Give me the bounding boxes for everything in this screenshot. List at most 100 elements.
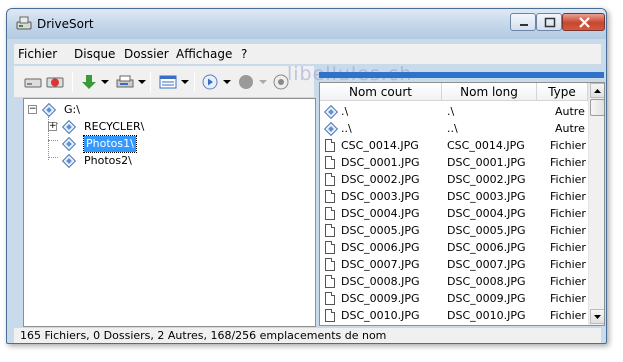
cell-short-name: DSC_0005.JPG	[341, 224, 420, 237]
list-item[interactable]: DSC_0008.JPG DSC_0008.JPG Fichier	[320, 273, 588, 290]
cell-short-name: DSC_0003.JPG	[341, 190, 420, 203]
cell-long-name: DSC_0003.JPG	[447, 190, 526, 203]
cell-type: Fichier	[550, 241, 586, 254]
list-item[interactable]: DSC_0004.JPG DSC_0004.JPG Fichier	[320, 205, 588, 222]
list-item[interactable]: ..\ ..\ Autre	[320, 120, 588, 137]
list-item[interactable]: DSC_0007.JPG DSC_0007.JPG Fichier	[320, 256, 588, 273]
file-icon	[325, 190, 335, 203]
folder-tree[interactable]: − G:\ + RECYCLER\ Photos1\ Photos2\	[23, 98, 316, 327]
list-item[interactable]: DSC_0001.JPG DSC_0001.JPG Fichier	[320, 154, 588, 171]
menu-dossier[interactable]: Dossier	[124, 47, 169, 61]
file-list[interactable]: Nom court Nom long Type .\ .\ Autre ..\ …	[319, 82, 605, 326]
expand-icon[interactable]: +	[48, 122, 57, 131]
cell-short-name: .\	[341, 105, 349, 118]
cell-type: Fichier	[550, 173, 586, 186]
cell-long-name: DSC_0005.JPG	[447, 224, 526, 237]
scroll-up-button[interactable]	[590, 83, 604, 98]
file-icon	[325, 258, 335, 271]
cell-long-name: .\	[447, 105, 455, 118]
menu-fichier[interactable]: Fichier	[18, 47, 57, 61]
scroll-thumb[interactable]	[590, 99, 604, 116]
disk-icon[interactable]	[24, 74, 42, 90]
list-item[interactable]: CSC_0014.JPG CSC_0014.JPG Fichier	[320, 137, 588, 154]
status-bar: 165 Fichiers, 0 Dossiers, 2 Autres, 168/…	[14, 327, 601, 343]
cell-long-name: DSC_0002.JPG	[447, 173, 526, 186]
cell-type: Fichier	[550, 258, 586, 271]
app-icon	[16, 16, 32, 30]
cell-short-name: DSC_0008.JPG	[341, 275, 420, 288]
cell-short-name: DSC_0006.JPG	[341, 241, 420, 254]
cell-short-name: ..\	[341, 122, 352, 135]
tree-node-label: Photos1\	[83, 135, 137, 153]
play-icon[interactable]	[201, 74, 219, 90]
record-icon[interactable]	[237, 74, 255, 90]
progress-bar	[319, 72, 604, 78]
file-icon	[325, 309, 335, 322]
cell-type: Fichier	[550, 139, 586, 152]
cell-long-name: CSC_0014.JPG	[447, 139, 525, 152]
menu-bar: Fichier Disque Dossier Affichage ?	[14, 44, 601, 64]
eject-red-icon[interactable]	[46, 74, 64, 90]
dropdown-arrow-icon[interactable]	[101, 80, 109, 84]
close-button[interactable]	[562, 13, 605, 31]
tree-node-photos2[interactable]: Photos2\	[48, 153, 188, 169]
dropdown-arrow-icon[interactable]	[181, 80, 189, 84]
list-item[interactable]: DSC_0006.JPG DSC_0006.JPG Fichier	[320, 239, 588, 256]
list-item[interactable]: DSC_0003.JPG DSC_0003.JPG Fichier	[320, 188, 588, 205]
file-icon	[325, 275, 335, 288]
list-item[interactable]: .\ .\ Autre	[320, 103, 588, 120]
tree-node-label: Photos2\	[84, 154, 132, 167]
minimize-button[interactable]	[510, 13, 536, 31]
drive-icon	[41, 102, 57, 118]
cell-long-name: DSC_0010.JPG	[447, 309, 526, 322]
menu-affichage[interactable]: Affichage	[176, 47, 232, 61]
menu-help[interactable]: ?	[241, 47, 247, 61]
cell-long-name: ..\	[447, 122, 458, 135]
scroll-down-button[interactable]	[590, 309, 604, 324]
column-header-short-name[interactable]: Nom court	[320, 83, 442, 101]
menu-disque[interactable]: Disque	[74, 47, 115, 61]
cell-type: Fichier	[550, 156, 586, 169]
tree-node-drive[interactable]: − G:\	[28, 102, 148, 118]
column-header-type[interactable]: Type	[537, 83, 588, 101]
title-bar[interactable]: DriveSort	[7, 9, 606, 39]
list-item[interactable]: DSC_0009.JPG DSC_0009.JPG Fichier	[320, 290, 588, 307]
tree-node-label: G:\	[64, 103, 80, 116]
toolbar	[14, 66, 314, 98]
column-header-long-name[interactable]: Nom long	[442, 83, 537, 101]
toolbar-separator	[194, 72, 195, 92]
file-icon	[325, 207, 335, 220]
minimize-icon	[520, 24, 528, 26]
arrow-down-icon	[594, 315, 601, 319]
download-arrow-icon[interactable]	[80, 74, 98, 90]
cell-short-name: DSC_0001.JPG	[341, 156, 420, 169]
tree-node-recycler[interactable]: + RECYCLER\	[48, 119, 188, 135]
toolbar-separator	[150, 72, 151, 92]
cell-short-name: DSC_0010.JPG	[341, 309, 420, 322]
cell-short-name: CSC_0014.JPG	[341, 139, 419, 152]
toolbar-separator	[72, 72, 73, 92]
cell-type: Fichier	[550, 190, 586, 203]
folder-icon	[61, 119, 77, 135]
vertical-scrollbar[interactable]	[588, 83, 604, 325]
tree-node-photos1[interactable]: Photos1\	[48, 135, 188, 153]
printer-icon[interactable]	[116, 74, 134, 90]
maximize-button[interactable]	[536, 13, 562, 31]
file-icon	[325, 292, 335, 305]
dropdown-arrow-icon[interactable]	[223, 80, 231, 84]
cell-type: Autre	[555, 122, 585, 135]
cell-type: Fichier	[550, 224, 586, 237]
list-item[interactable]: DSC_0010.JPG DSC_0010.JPG Fichier	[320, 307, 588, 324]
cell-short-name: DSC_0004.JPG	[341, 207, 420, 220]
list-view-icon[interactable]	[159, 74, 177, 90]
close-icon	[579, 17, 590, 28]
folder-icon	[61, 153, 77, 169]
list-item[interactable]: DSC_0005.JPG DSC_0005.JPG Fichier	[320, 222, 588, 239]
cell-type: Autre	[555, 105, 585, 118]
cell-long-name: DSC_0001.JPG	[447, 156, 526, 169]
collapse-icon[interactable]: −	[28, 105, 37, 114]
file-icon	[325, 241, 335, 254]
dropdown-arrow-icon[interactable]	[138, 80, 146, 84]
list-item[interactable]: DSC_0002.JPG DSC_0002.JPG Fichier	[320, 171, 588, 188]
dropdown-arrow-icon	[259, 80, 267, 84]
